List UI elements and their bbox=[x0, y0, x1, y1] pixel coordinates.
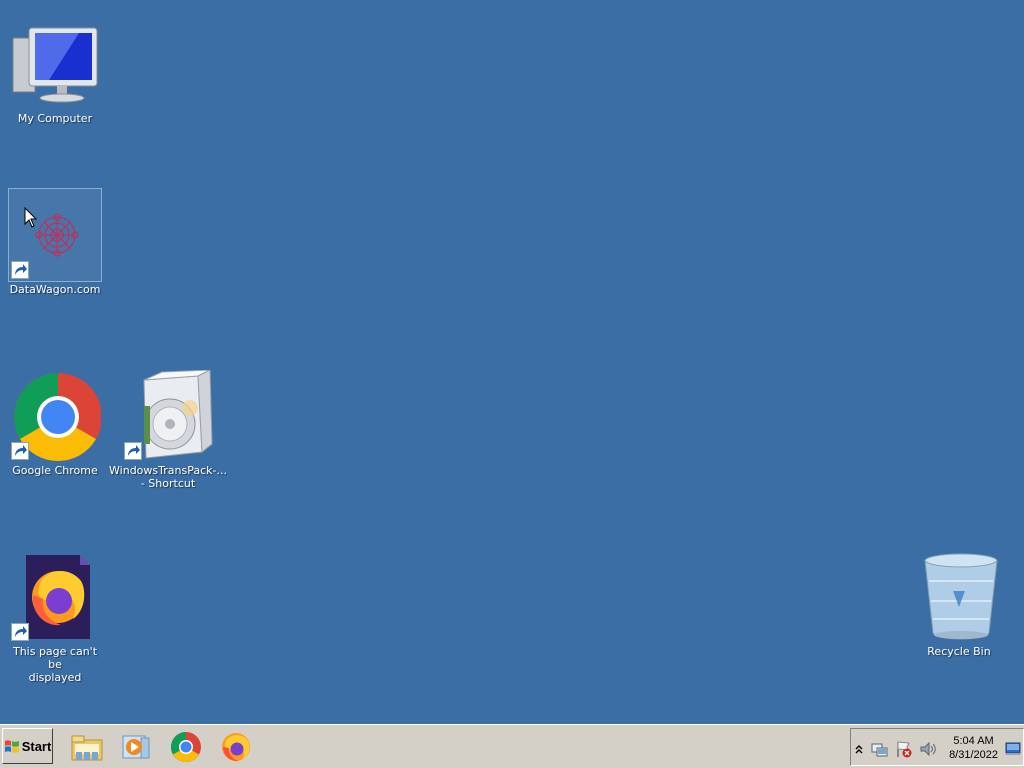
desktop-icon-label: Google Chrome bbox=[12, 464, 98, 477]
clock-date: 8/31/2022 bbox=[949, 749, 998, 761]
desktop-icon-windowstranspack-shortcut[interactable]: WindowsTransPack-... - Shortcut bbox=[108, 369, 228, 490]
shortcut-arrow-icon bbox=[124, 442, 142, 460]
media-player-icon bbox=[122, 735, 150, 759]
system-tray: 5:04 AM 8/31/2022 bbox=[850, 728, 1024, 766]
firefox-icon bbox=[222, 733, 250, 762]
windows-logo-icon bbox=[4, 740, 19, 753]
desktop[interactable]: My Computer DataWagon.com Google Chrome … bbox=[0, 0, 1024, 724]
shortcut-arrow-icon bbox=[11, 623, 29, 641]
folder-icon bbox=[71, 735, 103, 761]
clock[interactable]: 5:04 AM 8/31/2022 bbox=[949, 734, 998, 762]
taskbar-google-chrome[interactable] bbox=[169, 730, 203, 764]
firefox-document-icon bbox=[9, 551, 101, 643]
chrome-icon bbox=[9, 370, 102, 462]
shortcut-arrow-icon bbox=[11, 442, 29, 460]
start-label: Start bbox=[21, 738, 52, 754]
installer-box-cd-icon bbox=[122, 369, 214, 462]
desktop-icon-label: My Computer bbox=[17, 112, 93, 125]
taskbar-media-player[interactable] bbox=[119, 730, 153, 764]
desktop-icon-datawagon[interactable]: DataWagon.com bbox=[7, 188, 103, 296]
network-icon[interactable] bbox=[871, 740, 889, 758]
desktop-icon-firefox-page[interactable]: This page can't be displayed bbox=[7, 551, 103, 684]
desktop-icon-label: DataWagon.com bbox=[9, 283, 101, 296]
action-center-flag-icon[interactable] bbox=[895, 740, 913, 758]
show-hidden-icons-chevron-icon[interactable] bbox=[853, 740, 865, 758]
desktop-icon-google-chrome[interactable]: Google Chrome bbox=[7, 370, 103, 477]
desktop-icon-label: Recycle Bin bbox=[927, 645, 991, 658]
taskbar: Start 5:04 AM 8/31/2022 bbox=[0, 724, 1024, 768]
chrome-icon bbox=[170, 732, 201, 763]
volume-icon[interactable] bbox=[919, 740, 937, 758]
desktop-icon-label: WindowsTransPack-... - Shortcut bbox=[109, 464, 227, 490]
recycle-bin-icon bbox=[913, 551, 1005, 643]
computer-monitor-icon bbox=[9, 18, 101, 110]
taskbar-firefox[interactable] bbox=[219, 730, 253, 764]
show-desktop-icon[interactable] bbox=[1005, 739, 1021, 757]
desktop-icon-recycle-bin[interactable]: Recycle Bin bbox=[911, 551, 1007, 658]
start-button[interactable]: Start bbox=[2, 728, 53, 764]
datawagon-red-flower-icon bbox=[8, 188, 102, 282]
desktop-icon-my-computer[interactable]: My Computer bbox=[7, 18, 103, 125]
shortcut-arrow-icon bbox=[11, 261, 29, 279]
desktop-icon-label: This page can't be displayed bbox=[12, 645, 98, 684]
clock-time: 5:04 AM bbox=[953, 735, 994, 747]
taskbar-windows-explorer[interactable] bbox=[70, 730, 104, 764]
